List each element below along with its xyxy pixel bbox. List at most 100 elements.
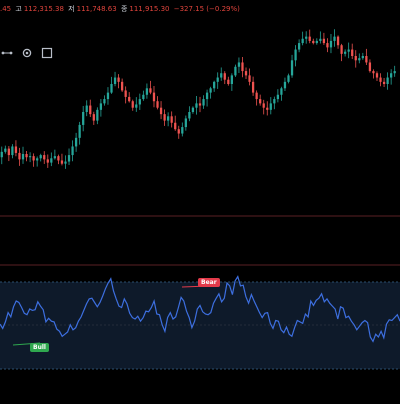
candle-body: [283, 81, 287, 89]
candle-body: [117, 77, 120, 82]
chart-canvas[interactable]: [0, 0, 400, 400]
fullscreen-icon[interactable]: [40, 46, 54, 60]
candle-body: [57, 156, 60, 161]
candle-body: [128, 96, 131, 102]
candle-body: [326, 43, 329, 48]
candle-body: [294, 49, 297, 61]
candle-body: [7, 148, 10, 156]
ohlc-legend: .45 고 112,315.38 저 111,748.63 종 111,915.30 …: [0, 3, 242, 15]
candle-body: [216, 77, 219, 82]
candle-body: [82, 112, 85, 125]
chart-toolbar: [0, 44, 54, 62]
candle-body: [135, 104, 138, 108]
candle-body: [181, 127, 184, 134]
candle-body: [234, 66, 237, 76]
candle-body: [170, 116, 173, 123]
candle-body: [67, 155, 71, 162]
candle-body: [99, 103, 103, 110]
candle-body: [64, 161, 67, 164]
candle-body: [301, 38, 304, 44]
candle-body: [255, 92, 258, 100]
candle-body: [393, 71, 396, 74]
candle-body: [85, 105, 88, 112]
candle-body: [386, 77, 389, 84]
candle-body: [347, 49, 350, 52]
candle-body: [251, 81, 255, 93]
chart-area[interactable]: .45 고 112,315.38 저 111,748.63 종 111,915.30 …: [0, 0, 400, 400]
candle-body: [152, 92, 156, 102]
candle-body: [344, 51, 347, 54]
candle-body: [259, 99, 262, 104]
candle-body: [276, 94, 280, 100]
candle-body: [358, 58, 361, 61]
low-key: 저: [68, 5, 75, 13]
candle-body: [92, 114, 95, 121]
candle-body: [184, 118, 187, 128]
change-value: −327.15 (−0.29%): [173, 5, 240, 13]
candle-body: [89, 105, 92, 115]
candle-body: [60, 160, 64, 164]
candle-body: [174, 122, 177, 130]
settings-icon[interactable]: [20, 46, 34, 60]
candle-body: [213, 81, 216, 89]
bull-signal-label: Bull: [30, 343, 49, 352]
candle-body: [354, 56, 357, 61]
candle-body: [149, 88, 152, 93]
candle-body: [131, 101, 134, 108]
candle-body: [32, 156, 35, 161]
candle-body: [305, 36, 308, 39]
candle-body: [322, 38, 326, 44]
close-key: 종: [120, 5, 128, 13]
candle-body: [96, 109, 99, 121]
candle-body: [365, 56, 368, 63]
candle-body: [39, 155, 42, 159]
candle-body: [351, 49, 354, 56]
candle-body: [195, 103, 198, 108]
close-value: 111,915.30: [129, 5, 170, 13]
candle-body: [308, 36, 311, 41]
candle-body: [382, 81, 386, 84]
candle-body: [159, 107, 163, 115]
candle-body: [227, 79, 230, 84]
candle-body: [297, 43, 301, 50]
candle-body: [138, 99, 141, 105]
candle-body: [202, 99, 205, 106]
candle-body: [110, 84, 113, 93]
candle-body: [156, 101, 159, 108]
candle-body: [14, 146, 18, 153]
candle-body: [74, 137, 78, 147]
candle-body: [198, 103, 202, 106]
candle-body: [106, 92, 110, 100]
candle-body: [315, 40, 318, 44]
candle-body: [379, 77, 382, 82]
high-value: 112,315.38: [23, 5, 64, 13]
candle-body: [177, 129, 180, 134]
candle-body: [53, 156, 56, 159]
drawing-node-icon[interactable]: [0, 46, 14, 60]
candle-body: [191, 107, 195, 112]
high-key: 고: [15, 5, 22, 13]
candle-body: [329, 40, 333, 48]
candle-body: [11, 146, 14, 156]
candle-body: [287, 75, 290, 82]
candle-body: [124, 90, 127, 97]
candle-body: [28, 156, 32, 158]
candle-body: [220, 73, 223, 78]
candle-body: [368, 62, 372, 72]
candle-body: [43, 155, 46, 160]
candle-body: [241, 62, 244, 72]
candle-body: [237, 62, 241, 67]
candle-body: [4, 148, 7, 152]
open-value: .45: [0, 5, 12, 13]
candle-body: [205, 92, 209, 100]
candle-body: [50, 158, 53, 163]
candle-body: [71, 146, 74, 156]
candle-body: [273, 99, 276, 104]
candle-body: [361, 56, 364, 59]
candle-body: [333, 36, 336, 41]
candle-body: [36, 158, 39, 161]
candle-body: [280, 88, 283, 95]
candle-body: [0, 151, 3, 158]
candle-body: [163, 114, 166, 121]
candle-body: [167, 116, 170, 121]
